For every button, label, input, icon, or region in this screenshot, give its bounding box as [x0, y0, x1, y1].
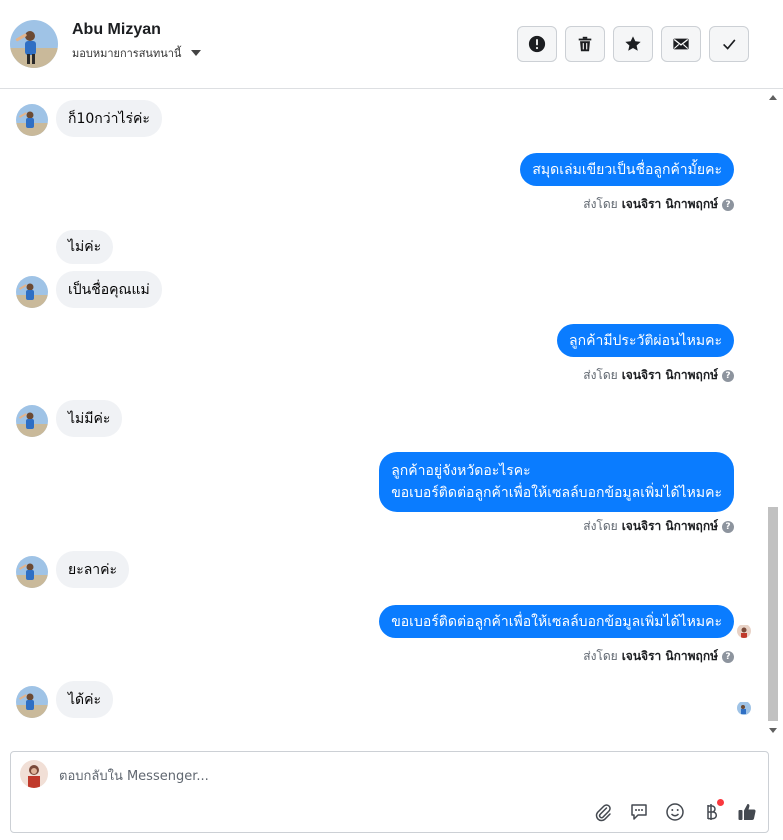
- incoming-message: เป็นชื่อคุณแม่: [56, 271, 162, 308]
- contact-avatar-small[interactable]: [16, 556, 48, 588]
- emoji-icon: [666, 803, 684, 821]
- conversation-header: Abu Mizyan มอบหมายการสนทนานี้: [0, 0, 783, 89]
- contact-avatar-small[interactable]: [16, 276, 48, 308]
- question-mark-icon[interactable]: ?: [722, 520, 734, 533]
- message-line: ลูกค้าอยู่จังหวัดอะไรคะ: [391, 463, 531, 479]
- caret-down-icon: [191, 50, 202, 56]
- mark-unread-button[interactable]: [661, 26, 701, 62]
- agent-avatar: [20, 760, 48, 788]
- emoji-button[interactable]: [663, 800, 687, 824]
- sent-by-label: ส่งโดย: [583, 368, 618, 382]
- sent-by-info: ส่งโดย เจนจิรา นิกาพฤกษ์ ?: [583, 366, 734, 385]
- sender-name: เจนจิรา นิกาพฤกษ์: [621, 519, 718, 533]
- speech-bubble-icon: [631, 804, 647, 820]
- scroll-down-arrow-icon[interactable]: [769, 728, 777, 733]
- sender-name: เจนจิรา นิกาพฤกษ์: [621, 197, 718, 211]
- sent-by-info: ส่งโดย เจนจิรา นิกาพฤกษ์ ?: [583, 195, 734, 214]
- like-button[interactable]: [735, 800, 759, 824]
- sent-by-label: ส่งโดย: [583, 649, 618, 663]
- contact-avatar-small[interactable]: [16, 104, 48, 136]
- exclamation-icon: [528, 35, 546, 53]
- incoming-message: ยะลาค่ะ: [56, 551, 130, 588]
- question-mark-icon[interactable]: ?: [722, 198, 734, 211]
- sent-by-label: ส่งโดย: [583, 519, 618, 533]
- sender-name: เจนจิรา นิกาพฤกษ์: [621, 368, 718, 382]
- scroll-thumb[interactable]: [768, 507, 778, 721]
- paperclip-icon: [595, 804, 611, 822]
- incoming-message: ไม่มีค่ะ: [56, 400, 123, 437]
- incoming-message: ไม่ค่ะ: [56, 230, 114, 264]
- assign-conversation-label: มอบหมายการสนทนานี้: [72, 47, 182, 60]
- incoming-message: ได้ค่ะ: [56, 681, 114, 718]
- incoming-message: ก็10กว่าไร่ค่ะ: [56, 100, 162, 137]
- contact-avatar[interactable]: [10, 20, 58, 68]
- payment-button[interactable]: [699, 799, 724, 824]
- trash-icon: [578, 36, 592, 52]
- agent-read-avatar: [737, 624, 751, 638]
- mark-done-button[interactable]: [709, 26, 749, 62]
- sent-by-info: ส่งโดย เจนจิรา นิกาพฤกษ์ ?: [583, 517, 734, 536]
- thumbs-up-icon: [738, 803, 756, 821]
- outgoing-message: ลูกค้าอยู่จังหวัดอะไรคะ ขอเบอร์ติดต่อลูก…: [379, 452, 734, 512]
- question-mark-icon[interactable]: ?: [722, 650, 734, 663]
- checkmark-icon: [723, 39, 736, 50]
- sent-by-label: ส่งโดย: [583, 197, 618, 211]
- outgoing-message: ลูกค้ามีประวัติผ่อนไหมคะ: [557, 324, 734, 357]
- contact-avatar-small[interactable]: [16, 405, 48, 437]
- contact-read-avatar: [737, 701, 751, 715]
- reply-input[interactable]: [59, 766, 659, 786]
- attach-button[interactable]: [591, 800, 615, 824]
- contact-avatar-small[interactable]: [16, 686, 48, 718]
- star-button[interactable]: [613, 26, 653, 62]
- reply-composer: [10, 751, 769, 833]
- question-mark-icon[interactable]: ?: [722, 369, 734, 382]
- message-scrollbar[interactable]: [766, 89, 780, 739]
- outgoing-message: สมุดเล่มเขียวเป็นชื่อลูกค้ามั้ยคะ: [520, 153, 734, 186]
- sent-by-info: ส่งโดย เจนจิรา นิกาพฤกษ์ ?: [583, 647, 734, 666]
- message-line: ขอเบอร์ติดต่อลูกค้าเพื่อให้เซลล์บอกข้อมู…: [391, 485, 722, 501]
- message-list: ก็10กว่าไร่ค่ะ สมุดเล่มเขียวเป็นชื่อลูกค…: [0, 89, 764, 740]
- sender-name: เจนจิรา นิกาพฤกษ์: [621, 649, 718, 663]
- saved-replies-button[interactable]: [627, 800, 651, 824]
- delete-button[interactable]: [565, 26, 605, 62]
- assign-conversation-dropdown[interactable]: มอบหมายการสนทนานี้: [72, 44, 202, 62]
- contact-name: Abu Mizyan: [72, 21, 161, 38]
- report-button[interactable]: [517, 26, 557, 62]
- notification-dot: [717, 799, 724, 806]
- envelope-icon: [673, 38, 689, 50]
- scroll-up-arrow-icon[interactable]: [769, 95, 777, 100]
- star-icon: [625, 36, 641, 51]
- outgoing-message: ขอเบอร์ติดต่อลูกค้าเพื่อให้เซลล์บอกข้อมู…: [379, 605, 734, 638]
